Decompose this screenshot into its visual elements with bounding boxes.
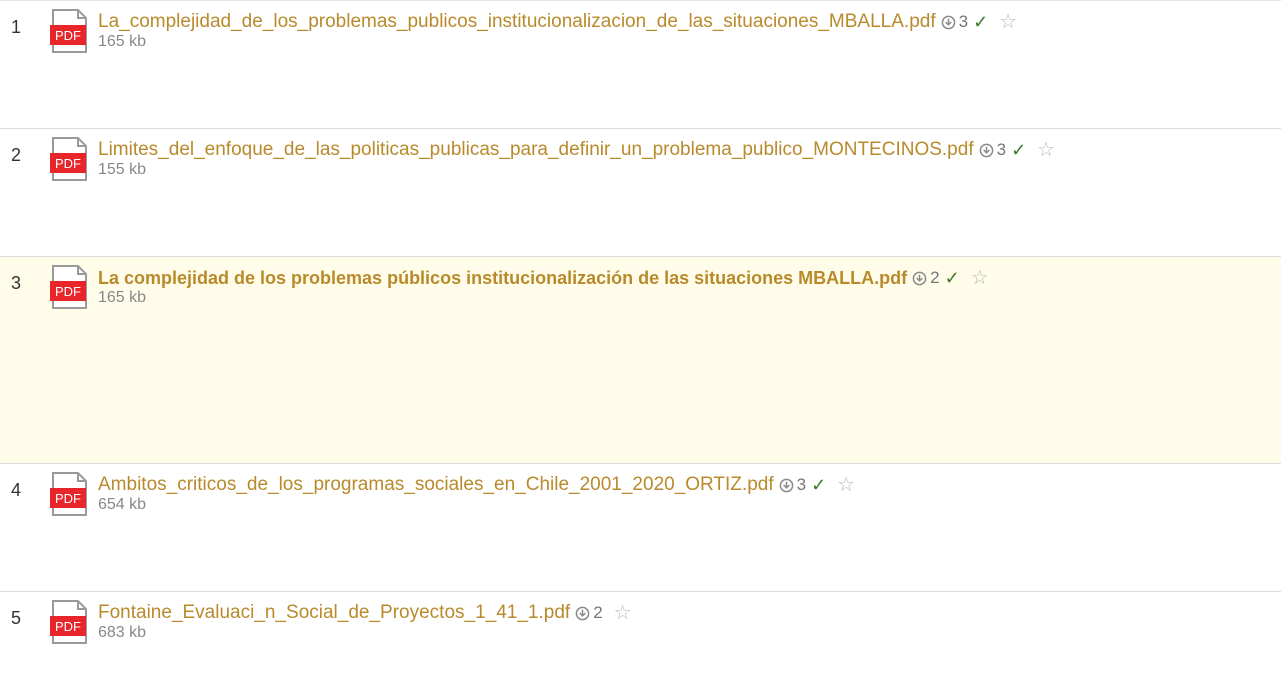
star-icon[interactable]: ☆ [1037, 138, 1055, 162]
file-size: 165 kb [98, 289, 147, 306]
row-index: 4 [11, 480, 22, 500]
file-size: 654 kb [98, 496, 147, 513]
file-row: 4 PDF Ambitos_criticos_de_los_programas_… [0, 464, 1281, 592]
check-icon: ✓ [811, 475, 827, 495]
file-link[interactable]: Fontaine_Evaluaci_n_Social_de_Proyectos_… [98, 601, 570, 625]
download-count-icon [979, 143, 993, 157]
file-link[interactable]: Ambitos_criticos_de_los_programas_social… [98, 473, 774, 497]
file-row: 2 PDF Limites_del_enfoque_de_las_politic… [0, 129, 1281, 257]
check-icon: ✓ [944, 268, 960, 288]
download-count-icon [912, 271, 927, 285]
row-index: 2 [11, 145, 22, 165]
file-title-line: La complejidad de los problemas públicos… [98, 266, 989, 290]
download-count-icon [575, 606, 590, 620]
svg-text:PDF: PDF [55, 491, 81, 506]
file-link[interactable]: Limites_del_enfoque_de_las_politicas_pub… [98, 138, 974, 162]
file-row: 5 PDF Fontaine_Evaluaci_n_Social_de_Proy… [0, 592, 1281, 684]
file-title-line: Fontaine_Evaluaci_n_Social_de_Proyectos_… [98, 601, 632, 625]
svg-text:PDF: PDF [55, 284, 81, 299]
file-title-line: Limites_del_enfoque_de_las_politicas_pub… [98, 138, 1055, 162]
check-icon: ✓ [973, 12, 989, 32]
star-icon[interactable]: ☆ [614, 601, 632, 625]
download-count: 2 [593, 603, 603, 622]
star-icon[interactable]: ☆ [837, 473, 855, 497]
download-count: 2 [930, 268, 940, 287]
file-list: 1 PDF La_complejidad_de_los_problemas_pu… [0, 0, 1281, 689]
pdf-file-icon[interactable]: PDF [50, 472, 88, 516]
download-count: 3 [958, 12, 969, 31]
svg-text:PDF: PDF [55, 156, 81, 171]
file-title-line: La_complejidad_de_los_problemas_publicos… [98, 10, 1017, 34]
row-index: 5 [11, 608, 22, 628]
file-size: 683 kb [98, 624, 147, 641]
svg-text:PDF: PDF [55, 619, 81, 634]
file-row: 1 PDF La_complejidad_de_los_problemas_pu… [0, 1, 1281, 129]
row-index: 3 [11, 273, 22, 293]
file-link[interactable]: La complejidad de los problemas públicos… [98, 266, 907, 290]
svg-text:PDF: PDF [55, 28, 81, 43]
download-count-icon [779, 478, 793, 492]
pdf-file-icon[interactable]: PDF [50, 600, 88, 644]
pdf-file-icon[interactable]: PDF [50, 9, 88, 53]
file-size: 155 kb [98, 161, 147, 178]
download-count: 3 [796, 475, 807, 494]
download-count: 3 [996, 140, 1007, 159]
star-icon[interactable]: ☆ [999, 10, 1017, 34]
download-count-icon [941, 15, 955, 29]
file-link[interactable]: La_complejidad_de_los_problemas_publicos… [98, 10, 936, 34]
row-index: 1 [11, 17, 22, 37]
pdf-file-icon[interactable]: PDF [50, 265, 88, 309]
file-title-line: Ambitos_criticos_de_los_programas_social… [98, 473, 855, 497]
file-size: 165 kb [98, 33, 147, 50]
check-icon: ✓ [1011, 140, 1027, 160]
pdf-file-icon[interactable]: PDF [50, 137, 88, 181]
file-row-highlighted: 3 PDF La complejidad de los problemas pú… [0, 257, 1281, 464]
star-icon[interactable]: ☆ [971, 266, 989, 290]
